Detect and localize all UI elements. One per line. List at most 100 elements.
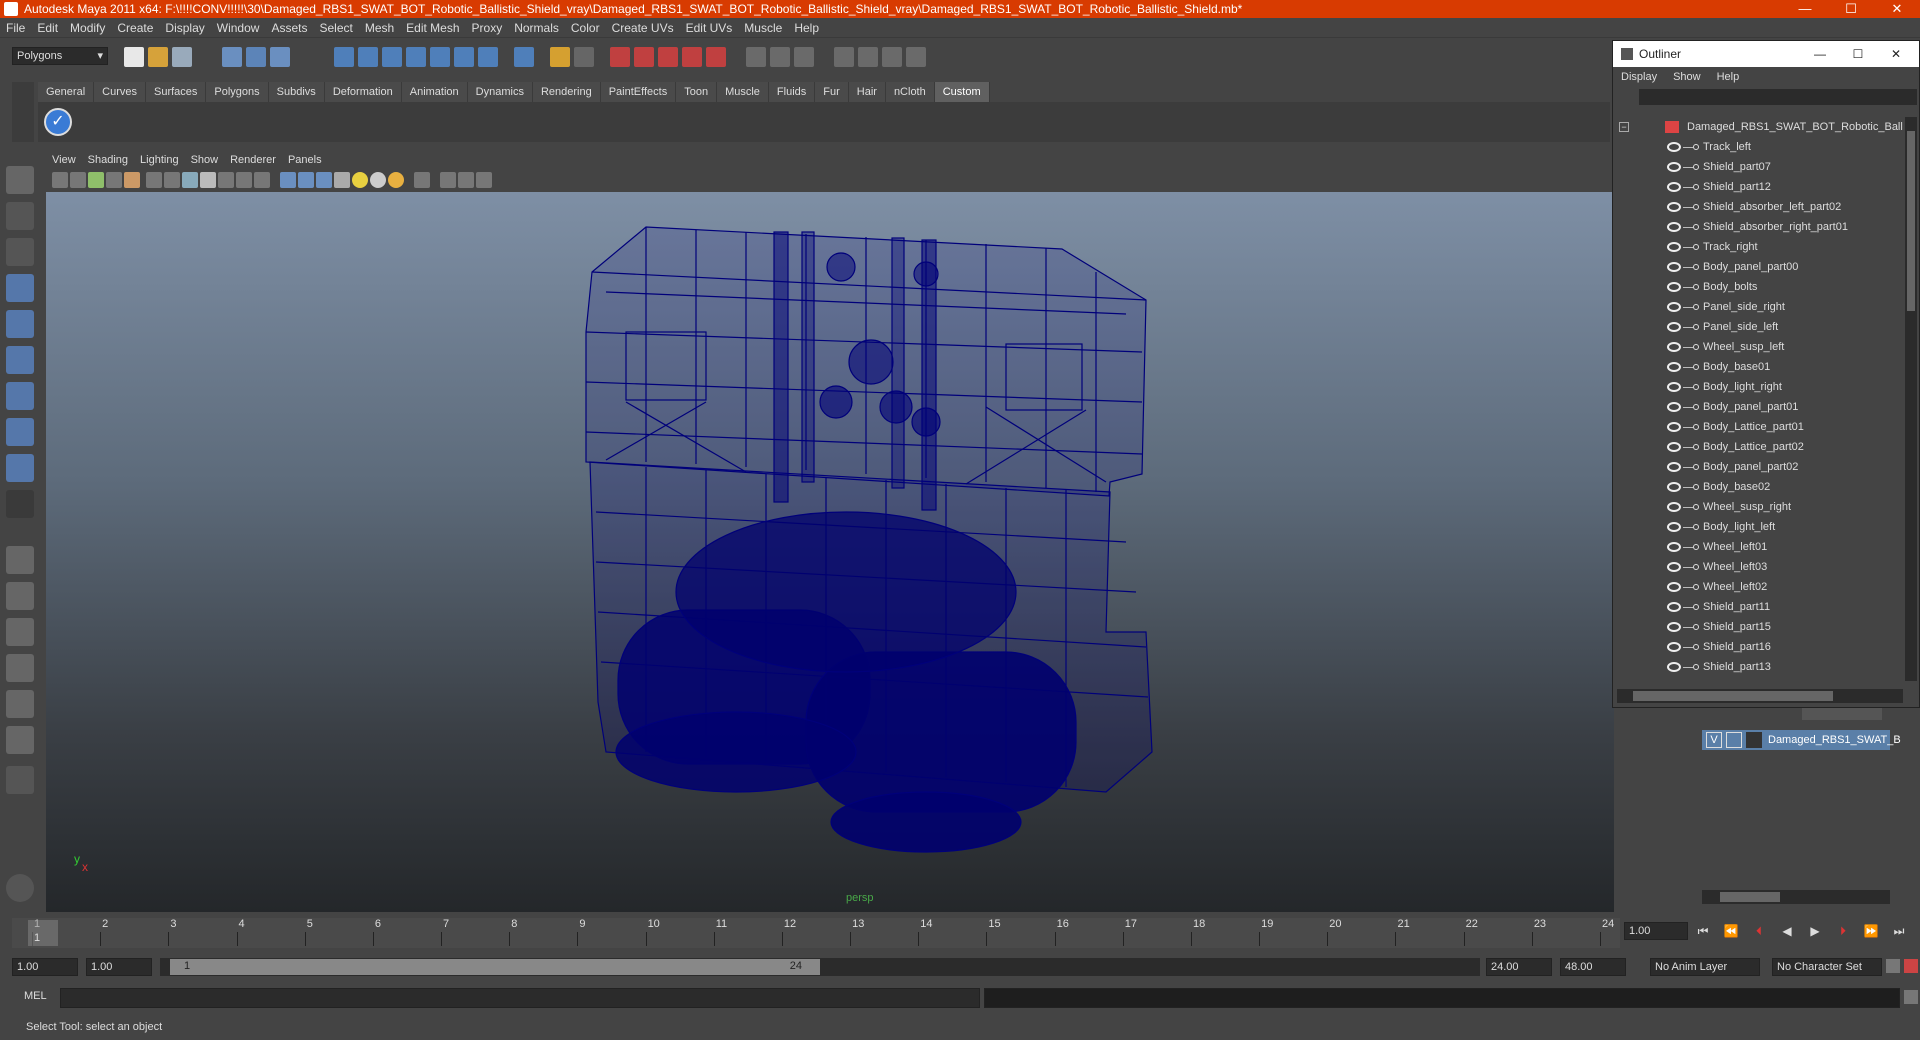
- lasso-tool-icon[interactable]: [6, 202, 34, 230]
- select-object-icon[interactable]: [246, 47, 266, 67]
- tab-curves[interactable]: Curves: [94, 82, 146, 102]
- visibility-eye-icon[interactable]: [1667, 562, 1681, 572]
- menu-modify[interactable]: Modify: [64, 18, 111, 38]
- script-editor-icon[interactable]: [1904, 990, 1918, 1004]
- scale-tool-icon[interactable]: [6, 346, 34, 374]
- menu-file[interactable]: File: [0, 18, 31, 38]
- bookmark-icon[interactable]: [88, 172, 104, 188]
- outliner-item[interactable]: Body_bolts: [1617, 277, 1903, 297]
- universal-manip-icon[interactable]: [6, 382, 34, 410]
- visibility-eye-icon[interactable]: [1667, 362, 1681, 372]
- menu-create-uvs[interactable]: Create UVs: [606, 18, 680, 38]
- outliner-item[interactable]: Wheel_left02: [1617, 577, 1903, 597]
- command-language-label[interactable]: MEL: [24, 990, 47, 1002]
- tab-muscle[interactable]: Muscle: [717, 82, 769, 102]
- character-set-combo[interactable]: No Character Set: [1772, 958, 1882, 976]
- lock-icon[interactable]: [550, 47, 570, 67]
- tab-hair[interactable]: Hair: [848, 82, 886, 102]
- play-forwards-icon[interactable]: ▶: [1806, 922, 1824, 940]
- select-component-icon[interactable]: [270, 47, 290, 67]
- visibility-eye-icon[interactable]: [1667, 662, 1681, 672]
- tool-settings-icon[interactable]: [770, 47, 790, 67]
- collapse-icon[interactable]: −: [1619, 122, 1629, 132]
- outliner-item[interactable]: Body_panel_part00: [1617, 257, 1903, 277]
- layer-horizontal-scrollbar[interactable]: [1702, 890, 1890, 904]
- visibility-eye-icon[interactable]: [1667, 342, 1681, 352]
- perspective-viewport[interactable]: y x persp: [46, 192, 1614, 912]
- tab-toon[interactable]: Toon: [676, 82, 718, 102]
- vp-menu-shading[interactable]: Shading: [82, 150, 134, 170]
- tab-animation[interactable]: Animation: [401, 82, 468, 102]
- outliner-item[interactable]: Shield_part13: [1617, 657, 1903, 677]
- animation-start-field[interactable]: 1.00: [12, 958, 78, 976]
- outliner-item[interactable]: Panel_side_right: [1617, 297, 1903, 317]
- snap-grid-icon[interactable]: [334, 47, 354, 67]
- outliner-item[interactable]: Body_Lattice_part02: [1617, 437, 1903, 457]
- outliner-root-item[interactable]: − Damaged_RBS1_SWAT_BOT_Robotic_Ballisti: [1617, 117, 1903, 137]
- tab-deformation[interactable]: Deformation: [324, 82, 402, 102]
- snap-point-icon[interactable]: [382, 47, 402, 67]
- hypershade-icon[interactable]: [682, 47, 702, 67]
- xray-icon[interactable]: [440, 172, 456, 188]
- outliner-item[interactable]: Body_light_left: [1617, 517, 1903, 537]
- menu-select[interactable]: Select: [313, 18, 358, 38]
- visibility-eye-icon[interactable]: [1667, 542, 1681, 552]
- shelf-menu-handle[interactable]: [12, 82, 34, 142]
- hand-icon[interactable]: [6, 874, 34, 902]
- vp-menu-show[interactable]: Show: [185, 150, 225, 170]
- animation-end-field[interactable]: 48.00: [1560, 958, 1626, 976]
- step-forward-icon[interactable]: ⏩: [1862, 922, 1880, 940]
- step-forward-key-icon[interactable]: ⏵: [1834, 922, 1852, 940]
- camera-attributes-icon[interactable]: [70, 172, 86, 188]
- visibility-eye-icon[interactable]: [1667, 322, 1681, 332]
- mode-combo[interactable]: Polygons ▾: [12, 47, 108, 65]
- play-backwards-icon[interactable]: ◀: [1778, 922, 1796, 940]
- snap-live-icon[interactable]: [430, 47, 450, 67]
- layer-template-toggle[interactable]: [1726, 732, 1742, 748]
- visibility-eye-icon[interactable]: [1667, 482, 1681, 492]
- outliner-item[interactable]: Body_panel_part01: [1617, 397, 1903, 417]
- wire-on-shaded-icon[interactable]: [316, 172, 332, 188]
- scrollbar-thumb[interactable]: [1907, 131, 1915, 311]
- visibility-eye-icon[interactable]: [1667, 282, 1681, 292]
- outliner-item[interactable]: Body_light_right: [1617, 377, 1903, 397]
- menu-help[interactable]: Help: [788, 18, 825, 38]
- outliner-item[interactable]: Track_right: [1617, 237, 1903, 257]
- grid-toggle-icon[interactable]: [146, 172, 162, 188]
- isolate-select-icon[interactable]: [414, 172, 430, 188]
- visibility-eye-icon[interactable]: [1667, 622, 1681, 632]
- command-input[interactable]: [60, 988, 980, 1008]
- resolution-gate-icon[interactable]: [182, 172, 198, 188]
- soft-mod-icon[interactable]: [6, 418, 34, 446]
- tab-general[interactable]: General: [38, 82, 95, 102]
- outliner-vertical-scrollbar[interactable]: [1905, 117, 1917, 681]
- xray-components-icon[interactable]: [476, 172, 492, 188]
- layer-toolbar-icons[interactable]: [1802, 708, 1882, 720]
- snap-misc-icon[interactable]: [478, 47, 498, 67]
- close-icon[interactable]: ✕: [1874, 0, 1920, 18]
- persp-layout-icon[interactable]: [906, 47, 926, 67]
- open-scene-icon[interactable]: [148, 47, 168, 67]
- menu-window[interactable]: Window: [211, 18, 266, 38]
- menu-muscle[interactable]: Muscle: [738, 18, 788, 38]
- outliner-close-icon[interactable]: ✕: [1881, 41, 1911, 67]
- menu-edit-mesh[interactable]: Edit Mesh: [400, 18, 465, 38]
- tab-subdivs[interactable]: Subdivs: [268, 82, 325, 102]
- textured-icon[interactable]: [334, 172, 350, 188]
- vp-menu-lighting[interactable]: Lighting: [134, 150, 185, 170]
- field-chart-icon[interactable]: [218, 172, 234, 188]
- render-view-icon[interactable]: [706, 47, 726, 67]
- snap-curve-icon[interactable]: [358, 47, 378, 67]
- visibility-eye-icon[interactable]: [1667, 242, 1681, 252]
- panel-layout-icon[interactable]: [834, 47, 854, 67]
- input-output-icon[interactable]: [574, 47, 594, 67]
- vp-menu-renderer[interactable]: Renderer: [224, 150, 282, 170]
- wireframe-icon[interactable]: [280, 172, 296, 188]
- outliner-item[interactable]: Shield_part11: [1617, 597, 1903, 617]
- time-slider[interactable]: 123456789101112131415161718192021222324 …: [12, 918, 1620, 948]
- visibility-eye-icon[interactable]: [1667, 262, 1681, 272]
- outliner-maximize-icon[interactable]: ☐: [1843, 41, 1873, 67]
- attribute-editor-icon[interactable]: [746, 47, 766, 67]
- visibility-eye-icon[interactable]: [1667, 442, 1681, 452]
- tab-polygons[interactable]: Polygons: [206, 82, 269, 102]
